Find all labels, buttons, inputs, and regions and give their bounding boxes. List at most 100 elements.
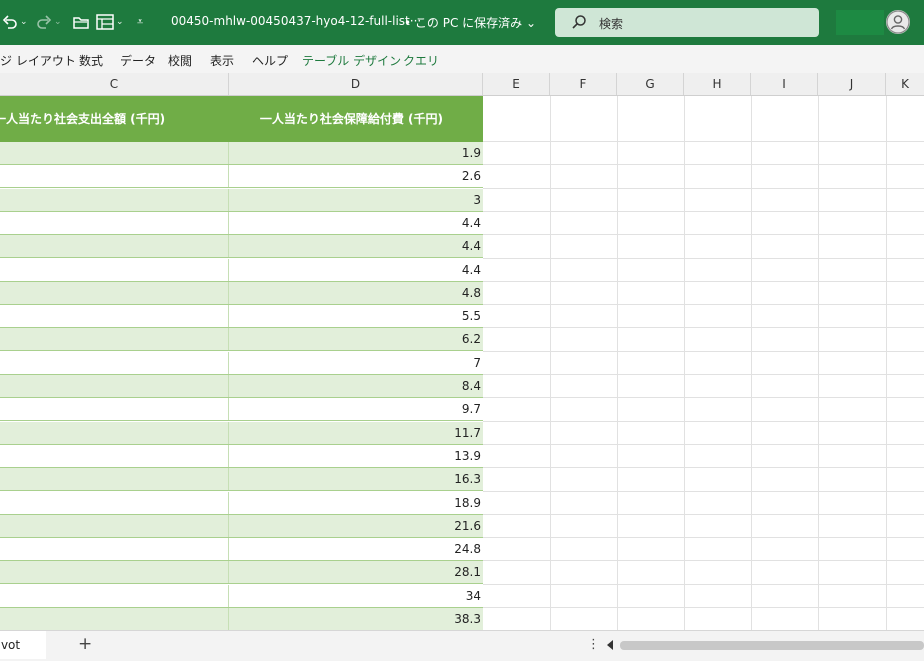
tab-review[interactable]: 校閲	[168, 52, 192, 69]
title-bar-button[interactable]	[836, 10, 884, 35]
cell-c[interactable]	[0, 351, 229, 374]
cell-c[interactable]	[0, 608, 229, 630]
add-sheet-button[interactable]: +	[78, 634, 92, 654]
cell-d[interactable]: 34	[229, 585, 483, 607]
folder-icon	[73, 16, 89, 29]
save-state[interactable]: • この PC に保存済み ⌄	[404, 14, 536, 31]
cell-d[interactable]: 18.9	[229, 492, 483, 514]
table-row: 16.3	[0, 468, 483, 492]
undo-button[interactable]: ⌄	[2, 11, 28, 33]
tab-view[interactable]: 表示	[210, 52, 234, 69]
tab-table-design[interactable]: テーブル デザイン	[302, 52, 401, 69]
account-avatar[interactable]	[886, 10, 910, 34]
cell-d[interactable]: 2.6	[229, 165, 483, 187]
gridline	[483, 420, 924, 422]
column-header-j[interactable]: J	[818, 73, 886, 95]
undo-icon	[2, 15, 17, 29]
horizontal-scrollbar[interactable]	[620, 641, 924, 650]
gridline	[483, 304, 924, 306]
more-options-icon[interactable]: ⋮	[587, 637, 600, 652]
column-header-i[interactable]: I	[751, 73, 818, 95]
gridline	[550, 96, 551, 630]
cell-c[interactable]	[0, 538, 229, 561]
tab-formulas[interactable]: 数式	[79, 52, 103, 69]
sheet-tab-pivot[interactable]: pivot	[0, 631, 46, 659]
sheet-bar: pivot + ⋮	[0, 630, 924, 661]
form-button[interactable]: ⌄	[96, 11, 124, 33]
gridline	[684, 96, 685, 630]
cell-c[interactable]	[0, 561, 229, 584]
search-box[interactable]: 検索	[555, 8, 819, 37]
tab-query[interactable]: クエリ	[403, 52, 439, 69]
cell-d[interactable]: 13.9	[229, 445, 483, 467]
customize-toolbar-button[interactable]: ⩡	[137, 11, 143, 33]
cell-c[interactable]	[0, 305, 229, 328]
table-row: 21.6	[0, 514, 483, 538]
cell-c[interactable]	[0, 258, 229, 281]
column-header-k[interactable]: K	[886, 73, 924, 95]
column-header-e[interactable]: E	[483, 73, 550, 95]
cell-c[interactable]	[0, 211, 229, 234]
cell-d[interactable]: 4.8	[229, 282, 483, 304]
cell-c[interactable]	[0, 328, 229, 351]
cell-c[interactable]	[0, 281, 229, 304]
cell-d[interactable]: 5.5	[229, 305, 483, 327]
tab-page-layout[interactable]: ジ レイアウト	[0, 52, 76, 69]
column-header-f[interactable]: F	[550, 73, 617, 95]
cell-d[interactable]: 3	[229, 189, 483, 211]
gridline	[483, 164, 924, 166]
cell-c[interactable]	[0, 165, 229, 188]
table-row: 28.1	[0, 561, 483, 585]
gridline	[483, 280, 924, 282]
cell-d[interactable]: 28.1	[229, 561, 483, 583]
cell-c[interactable]	[0, 421, 229, 444]
cell-c[interactable]	[0, 584, 229, 607]
cell-d[interactable]: 7	[229, 352, 483, 374]
table-header-c[interactable]: 一人当たり社会支出全額 (千円)	[0, 96, 229, 142]
cell-d[interactable]: 38.3	[229, 608, 483, 630]
search-icon	[572, 15, 586, 29]
cell-d[interactable]: 21.6	[229, 515, 483, 537]
cell-c[interactable]	[0, 514, 229, 537]
gridline	[483, 234, 924, 236]
chevron-down-icon: ⌄	[20, 17, 28, 27]
column-header-g[interactable]: G	[617, 73, 684, 95]
column-header-d[interactable]: D	[229, 73, 483, 95]
cell-d[interactable]: 4.4	[229, 212, 483, 234]
table-row: 3	[0, 188, 483, 212]
overflow-caret-icon: ⩡	[137, 15, 144, 28]
cell-c[interactable]	[0, 491, 229, 514]
table-header-row: 一人当たり社会支出全額 (千円) 一人当たり社会保障給付費 (千円)	[0, 96, 483, 142]
table-header-d[interactable]: 一人当たり社会保障給付費 (千円)	[229, 96, 483, 142]
tab-help[interactable]: ヘルプ	[252, 52, 288, 69]
column-header-c[interactable]: C	[0, 73, 229, 95]
file-name[interactable]: 00450-mhlw-00450437-hyo4-12-full-list···	[171, 14, 421, 28]
cell-d[interactable]: 24.8	[229, 538, 483, 560]
gridline	[483, 513, 924, 515]
cell-d[interactable]: 4.4	[229, 259, 483, 281]
redo-button[interactable]: ⌄	[36, 11, 62, 33]
cell-d[interactable]: 6.2	[229, 328, 483, 350]
tab-data[interactable]: データ	[120, 52, 156, 69]
gridline	[483, 607, 924, 608]
cell-c[interactable]	[0, 468, 229, 491]
cell-d[interactable]: 9.7	[229, 398, 483, 420]
cell-d[interactable]: 16.3	[229, 468, 483, 490]
cell-c[interactable]	[0, 188, 229, 211]
cell-d[interactable]: 4.4	[229, 235, 483, 257]
cell-c[interactable]	[0, 444, 229, 467]
cell-c[interactable]	[0, 398, 229, 421]
gridline	[483, 210, 924, 212]
table-row: 8.4	[0, 375, 483, 398]
cell-c[interactable]	[0, 142, 229, 164]
table-row: 34	[0, 584, 483, 608]
cell-c[interactable]	[0, 235, 229, 258]
scroll-left-icon[interactable]	[607, 640, 613, 650]
column-header-h[interactable]: H	[684, 73, 751, 95]
cell-d[interactable]: 8.4	[229, 375, 483, 397]
table-row: 7	[0, 351, 483, 375]
cell-d[interactable]: 1.9	[229, 142, 483, 164]
cell-c[interactable]	[0, 375, 229, 397]
cell-d[interactable]: 11.7	[229, 422, 483, 444]
open-folder-button[interactable]	[73, 11, 90, 33]
